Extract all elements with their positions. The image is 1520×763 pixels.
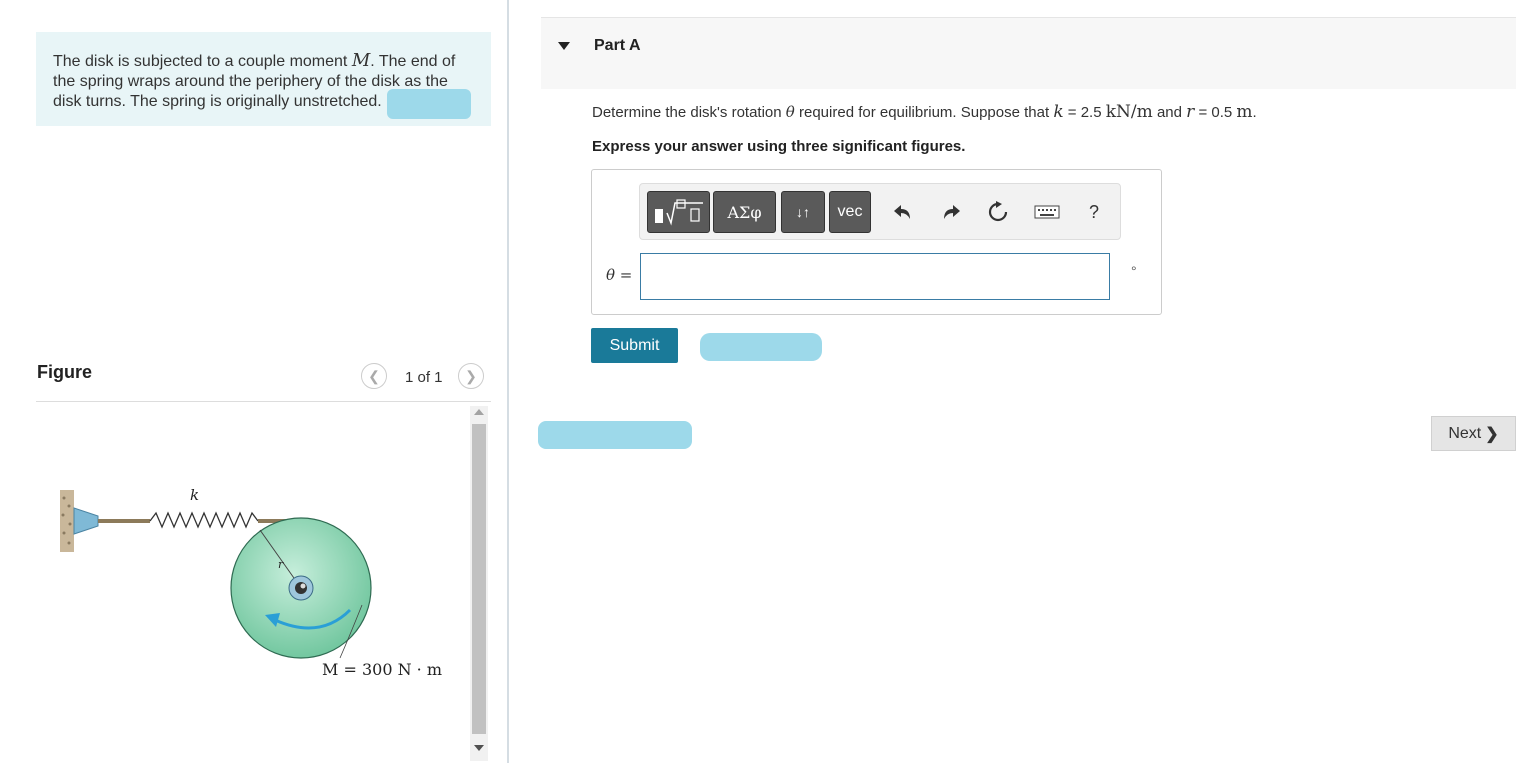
undo-button[interactable] bbox=[890, 199, 914, 225]
answer-unit: ° bbox=[1131, 263, 1137, 279]
greek-symbols-button[interactable]: ΑΣφ bbox=[713, 191, 776, 233]
figure-scroll-thumb[interactable] bbox=[472, 424, 486, 734]
part-a-header[interactable] bbox=[541, 17, 1516, 89]
k-symbol: k bbox=[1053, 102, 1064, 122]
spring-bracket bbox=[73, 507, 99, 535]
figure-divider bbox=[36, 401, 491, 402]
r-unit: m bbox=[1236, 102, 1253, 122]
and-text: and bbox=[1152, 104, 1187, 121]
help-button[interactable]: ? bbox=[1082, 199, 1106, 225]
figure-next-button[interactable]: ❯ bbox=[458, 363, 484, 389]
vector-button[interactable]: vec bbox=[829, 191, 871, 233]
k-unit: kN/m bbox=[1105, 102, 1153, 122]
answer-input[interactable] bbox=[640, 253, 1110, 300]
figure-heading: Figure bbox=[37, 362, 93, 382]
scroll-up-arrow-icon[interactable] bbox=[474, 409, 484, 415]
redaction-mark bbox=[538, 421, 692, 449]
moment-symbol: M bbox=[351, 50, 371, 71]
figure-prev-button[interactable]: ❮ bbox=[361, 363, 387, 389]
k-value: = 2.5 bbox=[1063, 104, 1106, 121]
theta-symbol: θ bbox=[785, 103, 795, 121]
redo-button[interactable] bbox=[940, 199, 964, 225]
period: . bbox=[1252, 104, 1257, 121]
moment-label: M = 300 N · m bbox=[322, 660, 442, 679]
reset-icon bbox=[988, 201, 1008, 222]
answer-label: θ = bbox=[606, 266, 633, 284]
chevron-left-icon: ❮ bbox=[368, 367, 380, 384]
disk-axle bbox=[295, 582, 307, 594]
next-button-label: Next bbox=[1448, 424, 1482, 442]
column-divider bbox=[507, 0, 509, 763]
question-text: Determine the disk's rotation θ required… bbox=[592, 102, 1257, 122]
radius-label: r bbox=[278, 558, 284, 571]
redo-icon bbox=[944, 205, 960, 219]
submit-button[interactable]: Submit bbox=[591, 328, 678, 363]
fraction-sqrt-icon bbox=[654, 199, 703, 226]
part-a-title[interactable]: Part A bbox=[594, 37, 641, 55]
next-button[interactable]: Next ❯ bbox=[1431, 416, 1516, 451]
caret-down-icon[interactable] bbox=[558, 42, 570, 50]
problem-text-part1: The disk is subjected to a couple moment bbox=[53, 53, 352, 70]
undo-icon bbox=[894, 205, 910, 219]
spring-label: k bbox=[190, 486, 199, 504]
figure-image: k r M = 300 N · m bbox=[60, 486, 442, 679]
wall bbox=[60, 490, 74, 552]
reset-button[interactable] bbox=[986, 199, 1010, 225]
question-part2: required for equilibrium. Suppose that bbox=[794, 104, 1054, 121]
instruction-text: Express your answer using three signific… bbox=[592, 138, 966, 155]
arrows-button[interactable]: ↓↑ bbox=[781, 191, 825, 233]
keyboard-button[interactable] bbox=[1033, 199, 1061, 225]
scroll-down-arrow-icon[interactable] bbox=[474, 745, 484, 751]
redaction-mark bbox=[700, 333, 822, 361]
r-value: = 0.5 bbox=[1194, 104, 1237, 121]
spring bbox=[149, 511, 259, 529]
redaction-mark bbox=[387, 89, 471, 119]
keyboard-icon bbox=[1034, 205, 1060, 219]
chevron-right-icon: ❯ bbox=[465, 367, 477, 384]
question-part1: Determine the disk's rotation bbox=[592, 104, 786, 121]
templates-button[interactable] bbox=[647, 191, 710, 233]
figure-pager-text: 1 of 1 bbox=[405, 369, 443, 386]
chevron-right-icon: ❯ bbox=[1485, 425, 1499, 443]
